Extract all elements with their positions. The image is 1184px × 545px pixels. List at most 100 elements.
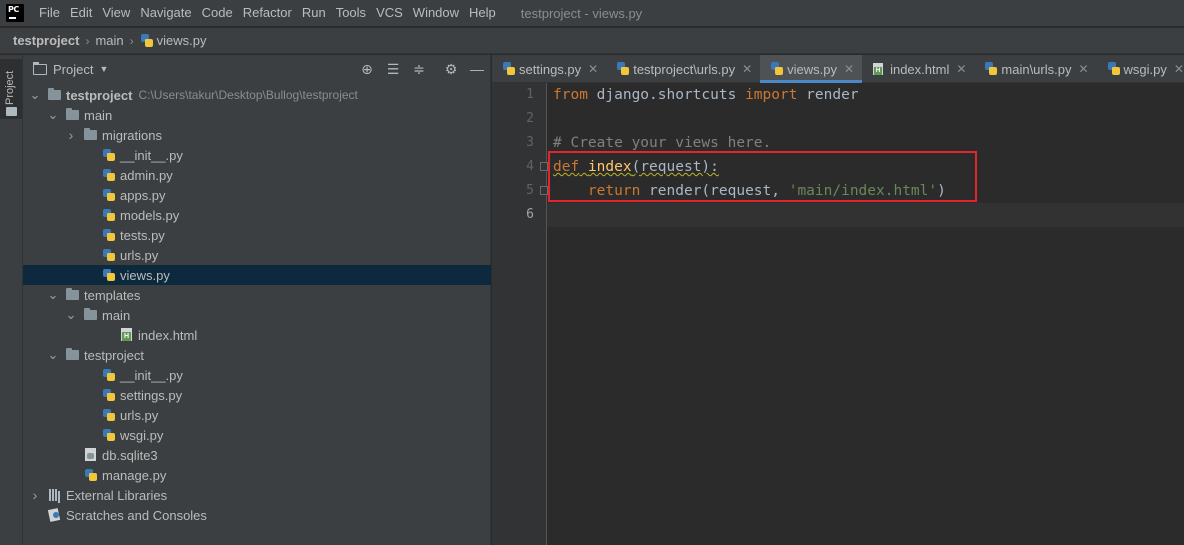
project-view-title[interactable]: Project (53, 62, 93, 77)
tree-item[interactable]: wsgi.py (23, 425, 491, 445)
tree-item[interactable]: manage.py (23, 465, 491, 485)
html-icon (119, 328, 135, 342)
chevron-right-icon[interactable]: › (29, 487, 41, 503)
tree-item-label: migrations (102, 127, 162, 143)
chevron-down-icon[interactable]: ⌄ (65, 308, 77, 321)
tree-item[interactable]: index.html (23, 325, 491, 345)
close-icon[interactable]: ✕ (956, 62, 966, 76)
menu-edit[interactable]: Edit (65, 0, 97, 26)
gutter-divider (546, 83, 547, 545)
breadcrumb-main[interactable]: main (95, 33, 123, 48)
tree-item[interactable]: __init__.py (23, 365, 491, 385)
folder-icon (65, 348, 81, 362)
library-icon (47, 488, 63, 502)
pycharm-logo-icon[interactable]: PC (6, 4, 24, 22)
tree-item-label: External Libraries (66, 487, 168, 503)
tree-item[interactable]: Scratches and Consoles (23, 505, 491, 525)
menu-code[interactable]: Code (197, 0, 238, 26)
chevron-down-icon[interactable]: ▼ (99, 64, 108, 74)
python-icon (101, 168, 117, 182)
tree-item[interactable]: apps.py (23, 185, 491, 205)
minimize-icon[interactable]: — (468, 60, 486, 78)
tree-item-label: templates (84, 287, 141, 303)
tree-item[interactable]: tests.py (23, 225, 491, 245)
tree-item[interactable]: ⌄ testproject (23, 345, 491, 365)
tab-testproject-urls-py[interactable]: testproject\urls.py ✕ (606, 55, 760, 83)
project-panel: Project ▼ ⊕ ☰ ≑ ⚙ — ⌄ testproject C:\Users… (23, 55, 491, 545)
tree-item[interactable]: __init__.py (23, 145, 491, 165)
project-tool-button[interactable]: Project (0, 59, 22, 119)
tree-item[interactable]: ⌄ main (23, 305, 491, 325)
menu-refactor[interactable]: Refactor (238, 0, 297, 26)
tab-main-urls-py[interactable]: main\urls.py ✕ (974, 55, 1096, 83)
folder-icon (47, 88, 63, 102)
locate-target-icon[interactable]: ⊕ (358, 60, 376, 78)
breadcrumb-separator-icon: › (85, 33, 90, 48)
tree-item-label: testproject (84, 347, 144, 363)
chevron-right-icon[interactable]: › (65, 127, 77, 143)
chevron-down-icon[interactable]: ⌄ (29, 88, 41, 101)
tab-settings-py[interactable]: settings.py ✕ (492, 55, 606, 83)
editor-tab-bar: settings.py ✕ testproject\urls.py ✕ views.… (492, 55, 1184, 83)
tree-item-label: db.sqlite3 (102, 447, 158, 463)
python-icon (101, 368, 117, 382)
line-number: 6 (526, 207, 534, 222)
python-icon (101, 388, 117, 402)
python-icon (101, 268, 117, 282)
python-file-icon (770, 62, 784, 76)
python-file-icon (502, 62, 516, 76)
menu-run[interactable]: Run (297, 0, 331, 26)
tab-views-py[interactable]: views.py ✕ (760, 55, 863, 83)
tree-item[interactable]: urls.py (23, 405, 491, 425)
close-icon[interactable]: ✕ (1174, 62, 1184, 76)
breadcrumb-project[interactable]: testproject (13, 33, 79, 48)
tree-item[interactable]: models.py (23, 205, 491, 225)
tree-item[interactable]: views.py (23, 265, 491, 285)
chevron-down-icon[interactable]: ⌄ (47, 348, 59, 361)
tab-wsgi-py[interactable]: wsgi.py ✕ (1097, 55, 1184, 83)
close-icon[interactable]: ✕ (844, 62, 854, 76)
fold-marker-icon[interactable] (540, 186, 548, 195)
html-file-icon (872, 62, 885, 76)
window-title: testproject - views.py (520, 5, 643, 21)
collapse-all-icon[interactable]: ≑ (410, 60, 428, 78)
code-line-1[interactable]: from django.shortcuts import render (553, 83, 859, 107)
tree-item[interactable]: ⌄ testproject C:\Users\takur\Desktop\Bullo… (23, 85, 491, 105)
close-icon[interactable]: ✕ (588, 62, 598, 76)
menu-file[interactable]: File (34, 0, 65, 26)
tree-item[interactable]: ⌄ templates (23, 285, 491, 305)
tree-item[interactable]: › migrations (23, 125, 491, 145)
python-icon (101, 148, 117, 162)
tree-item[interactable]: settings.py (23, 385, 491, 405)
menu-tools[interactable]: Tools (331, 0, 371, 26)
tree-item-label: tests.py (120, 227, 165, 243)
python-icon (101, 228, 117, 242)
python-file-icon (1107, 62, 1121, 76)
menu-bar: PC File Edit View Navigate Code Refactor… (0, 0, 1184, 26)
expand-all-icon[interactable]: ☰ (384, 60, 402, 78)
tree-item[interactable]: db.sqlite3 (23, 445, 491, 465)
tree-item[interactable]: ⌄ main (23, 105, 491, 125)
breadcrumb: testproject › main › views.py (0, 28, 1184, 54)
tree-item[interactable]: admin.py (23, 165, 491, 185)
tree-item[interactable]: › External Libraries (23, 485, 491, 505)
chevron-down-icon[interactable]: ⌄ (47, 108, 59, 121)
python-icon (101, 188, 117, 202)
folder-icon (83, 308, 99, 322)
tree-item[interactable]: urls.py (23, 245, 491, 265)
close-icon[interactable]: ✕ (1078, 62, 1088, 76)
menu-view[interactable]: View (97, 0, 135, 26)
tab-index-html[interactable]: index.html ✕ (862, 55, 974, 83)
menu-window[interactable]: Window (408, 0, 464, 26)
gear-icon[interactable]: ⚙ (442, 60, 460, 78)
close-icon[interactable]: ✕ (742, 62, 752, 76)
menu-help[interactable]: Help (464, 0, 501, 26)
breadcrumb-separator-icon: › (129, 33, 134, 48)
fold-marker-icon[interactable] (540, 162, 548, 171)
breadcrumb-file[interactable]: views.py (157, 33, 207, 48)
menu-vcs[interactable]: VCS (371, 0, 408, 26)
menu-navigate[interactable]: Navigate (135, 0, 196, 26)
chevron-down-icon[interactable]: ⌄ (47, 288, 59, 301)
tab-label: main\urls.py (1001, 61, 1072, 77)
python-icon (101, 248, 117, 262)
